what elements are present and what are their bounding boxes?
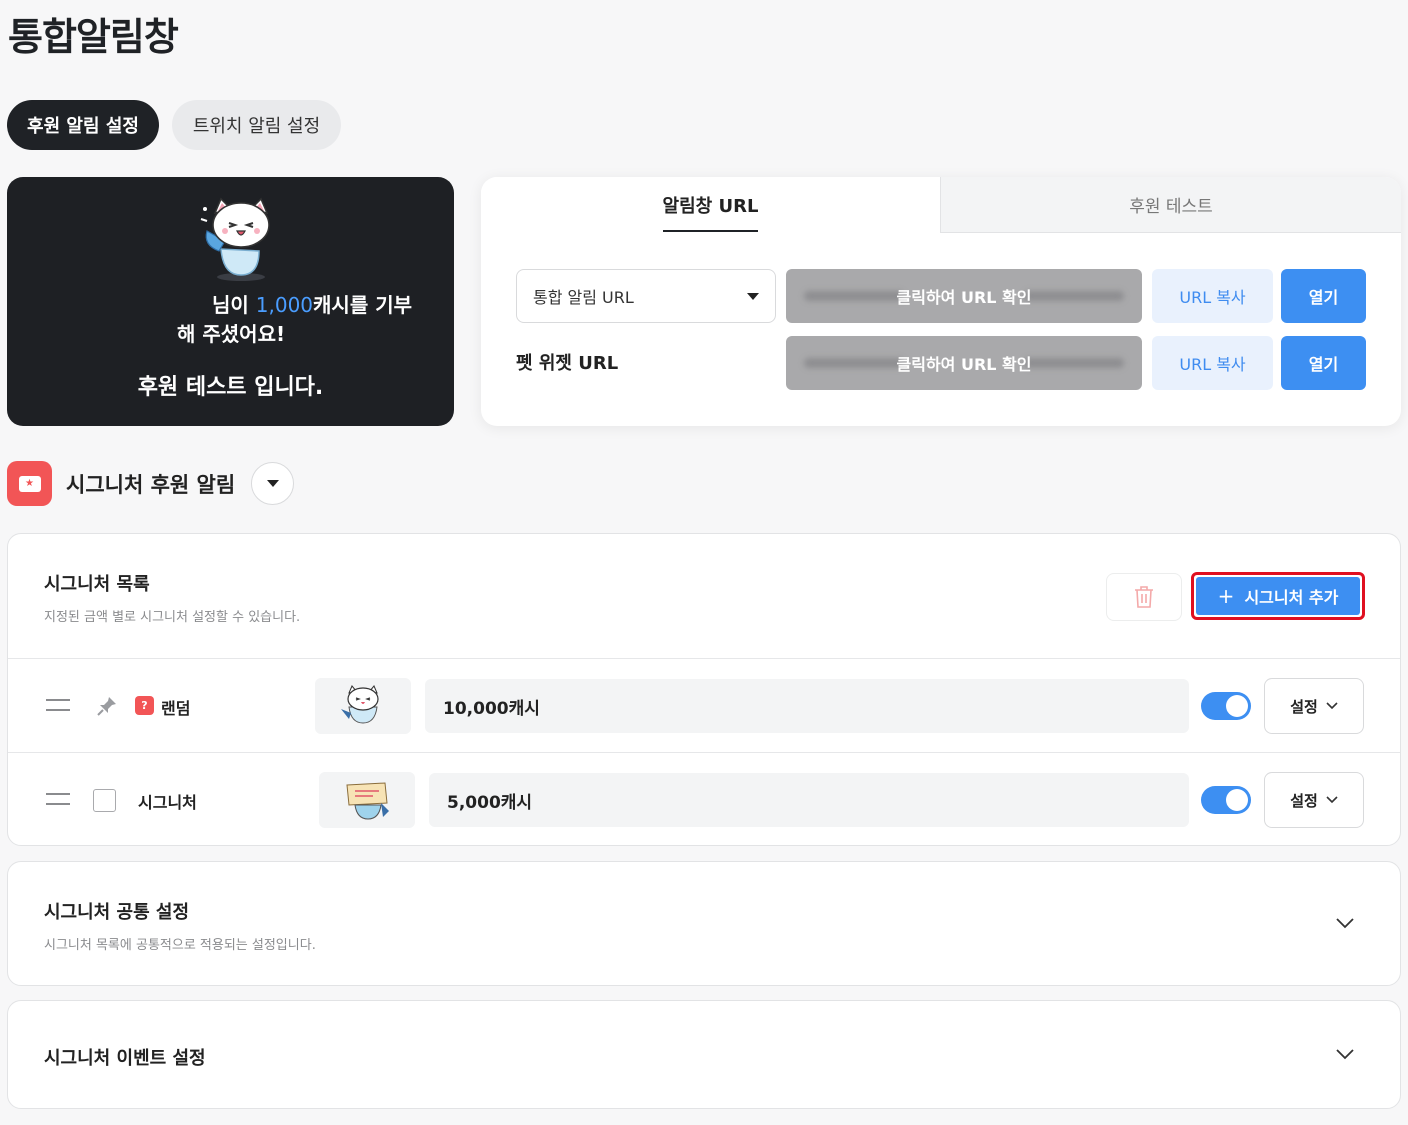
signature-setting-button[interactable]: 설정 bbox=[1264, 678, 1364, 734]
signature-common-settings-card[interactable]: 시그니처 공통 설정 시그니처 목록에 공통적으로 적용되는 설정입니다. bbox=[7, 861, 1401, 986]
signature-row-label: 랜덤 bbox=[161, 699, 191, 718]
signature-checkbox[interactable] bbox=[93, 789, 116, 812]
alert-preview-panel: 님이 1,000캐시를 기부 해 주셨어요! 후원 테스트 입니다. bbox=[7, 177, 454, 426]
preview-message: 후원 테스트 입니다. bbox=[137, 375, 324, 400]
cat-mascot-icon bbox=[200, 197, 270, 281]
preview-donor-line: 님이 1,000캐시를 기부 bbox=[212, 293, 412, 317]
cat-with-sign-icon bbox=[346, 782, 389, 820]
page-title: 통합알림창 bbox=[8, 15, 179, 59]
drag-handle-icon[interactable] bbox=[46, 793, 70, 805]
drag-handle-icon[interactable] bbox=[46, 699, 70, 711]
chevron-down-icon bbox=[1326, 702, 1338, 710]
pet-widget-url-label: 펫 위젯 URL bbox=[516, 353, 619, 374]
signature-icon: ★ bbox=[7, 461, 52, 506]
chevron-down-icon[interactable] bbox=[1336, 918, 1354, 929]
signature-enable-toggle[interactable] bbox=[1201, 786, 1251, 814]
tab-donation-test[interactable]: 후원 테스트 bbox=[940, 177, 1401, 233]
common-settings-description: 시그니처 목록에 공통적으로 적용되는 설정입니다. bbox=[44, 938, 316, 953]
add-signature-button[interactable]: + 시그니처 추가 bbox=[1191, 572, 1365, 620]
signature-row: ? 랜덤 10,000캐시 설정 bbox=[8, 659, 1400, 752]
chevron-down-icon[interactable] bbox=[1336, 1049, 1354, 1060]
reveal-pet-url-button[interactable]: 클릭하여 URL 확인 bbox=[786, 336, 1142, 390]
signature-amount-field[interactable]: 5,000캐시 bbox=[429, 773, 1189, 827]
reveal-url-button[interactable]: 클릭하여 URL 확인 bbox=[786, 269, 1142, 323]
signature-row: 시그니처 5,000캐시 설정 bbox=[8, 753, 1400, 846]
cat-mascot-icon bbox=[341, 685, 379, 724]
signature-enable-toggle[interactable] bbox=[1201, 692, 1251, 720]
signature-row-label: 시그니처 bbox=[138, 793, 197, 812]
signature-event-settings-card[interactable]: 시그니처 이벤트 설정 bbox=[7, 1000, 1401, 1109]
delete-button[interactable] bbox=[1106, 573, 1182, 621]
chevron-down-icon bbox=[1326, 796, 1338, 804]
caret-down-icon bbox=[266, 480, 279, 487]
preview-amount: 1,000 bbox=[255, 293, 314, 317]
preview-thanks-line: 해 주셨어요! bbox=[177, 322, 286, 346]
alert-url-card: 알림창 URL 후원 테스트 통합 알림 URL 펫 위젯 URL 클릭하여 U… bbox=[481, 177, 1401, 426]
open-url-button[interactable]: 열기 bbox=[1281, 269, 1366, 323]
copy-pet-url-button[interactable]: URL 복사 bbox=[1152, 336, 1273, 390]
random-badge-icon: ? bbox=[135, 696, 154, 715]
section-dropdown-button[interactable] bbox=[251, 462, 295, 505]
tab-twitch-alert-settings[interactable]: 트위치 알림 설정 bbox=[172, 100, 341, 150]
signature-section-title: 시그니처 후원 알림 bbox=[66, 472, 236, 497]
caret-down-icon bbox=[747, 292, 759, 300]
url-type-select[interactable]: 통합 알림 URL bbox=[516, 269, 776, 323]
signature-section-header: ★ 시그니처 후원 알림 bbox=[7, 461, 295, 506]
tab-alert-url[interactable]: 알림창 URL bbox=[481, 177, 940, 233]
tab-donation-alert-settings[interactable]: 후원 알림 설정 bbox=[7, 100, 159, 150]
signature-list-card: 시그니처 목록 지정된 금액 별로 시그니처 설정할 수 있습니다. + 시그니처… bbox=[7, 533, 1401, 846]
url-type-select-value: 통합 알림 URL bbox=[533, 288, 634, 307]
copy-url-button[interactable]: URL 복사 bbox=[1152, 269, 1273, 323]
signature-list-description: 지정된 금액 별로 시그니처 설정할 수 있습니다. bbox=[44, 610, 301, 625]
plus-icon: + bbox=[1217, 584, 1235, 608]
pin-icon[interactable] bbox=[96, 695, 118, 717]
open-pet-url-button[interactable]: 열기 bbox=[1281, 336, 1366, 390]
trash-icon bbox=[1135, 586, 1153, 608]
signature-list-title: 시그니처 목록 bbox=[44, 574, 150, 595]
signature-amount-field[interactable]: 10,000캐시 bbox=[425, 679, 1189, 733]
common-settings-title: 시그니처 공통 설정 bbox=[44, 902, 190, 923]
signature-thumbnail[interactable] bbox=[315, 678, 411, 734]
signature-setting-button[interactable]: 설정 bbox=[1264, 772, 1364, 828]
event-settings-title: 시그니처 이벤트 설정 bbox=[44, 1048, 206, 1069]
signature-thumbnail[interactable] bbox=[319, 772, 415, 828]
